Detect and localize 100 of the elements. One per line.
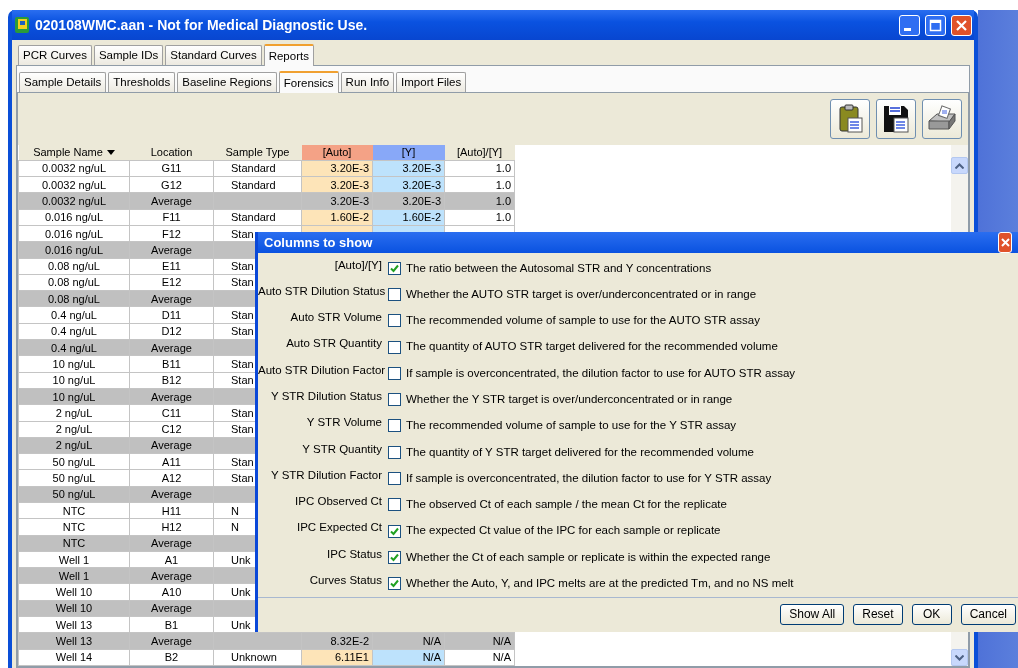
checkbox[interactable] <box>388 314 401 328</box>
checkbox[interactable] <box>388 445 401 459</box>
table-cell: 0.08 ng/uL <box>18 274 130 291</box>
tab[interactable]: Thresholds <box>108 72 176 92</box>
app-icon <box>14 16 30 34</box>
table-cell: Standard <box>213 160 302 177</box>
checkbox[interactable] <box>388 366 401 380</box>
option-description: If sample is overconcentrated, the dilution factor to use for AUTO STR assay <box>406 365 796 381</box>
table-cell: Unknown <box>213 649 302 666</box>
tab[interactable]: Reports <box>263 44 314 66</box>
maximize-button[interactable] <box>925 14 946 36</box>
option-description: Whether the Ct of each sample or replicate is within the expected range <box>406 549 771 565</box>
column-header[interactable]: Sample Type <box>213 145 302 161</box>
scroll-down-button[interactable] <box>951 649 968 666</box>
table-cell: Standard <box>213 176 302 193</box>
window-title: 020108WMC.aan - Not for Medical Diagnostic Use. <box>35 15 369 35</box>
table-cell: 0.0032 ng/uL <box>18 160 130 177</box>
option-description: The recommended volume of sample to use for the Y STR assay <box>406 418 737 434</box>
option-description: The observed Ct of each sample / the mean Ct for the replicate <box>406 497 727 513</box>
dialog-button[interactable]: Cancel <box>960 604 1016 626</box>
table-cell: H12 <box>129 518 214 536</box>
table-cell: D11 <box>129 306 214 324</box>
table-cell: 10 ng/uL <box>18 355 130 373</box>
table-cell: NTC <box>18 502 130 519</box>
option-description: Whether the AUTO STR target is over/underconcentrated or in range <box>406 286 757 302</box>
tab[interactable]: Run Info <box>340 72 395 92</box>
option-label: Y STR Dilution Status <box>270 389 383 404</box>
tab[interactable]: Import Files <box>396 72 467 92</box>
scroll-up-button[interactable] <box>951 157 968 174</box>
checkbox[interactable] <box>388 393 401 407</box>
checkbox[interactable] <box>388 261 401 275</box>
table-cell: 2 ng/uL <box>18 421 130 438</box>
table-cell: B1 <box>129 616 214 633</box>
table-cell: E12 <box>129 274 214 291</box>
sort-caret-icon <box>106 150 115 156</box>
table-cell: 0.4 ng/uL <box>18 323 130 340</box>
maximize-icon <box>929 18 942 32</box>
checkbox[interactable] <box>388 287 401 301</box>
minimize-button[interactable] <box>899 14 920 36</box>
table-cell: NTC <box>18 518 130 536</box>
column-header[interactable]: Location <box>129 145 214 161</box>
table-cell: 3.20E-3 <box>301 160 373 177</box>
copy-button[interactable] <box>830 99 870 139</box>
checkbox[interactable] <box>388 498 401 512</box>
checkmark-icon <box>390 552 399 562</box>
save-button[interactable] <box>876 99 916 139</box>
option-description: Whether the Y STR target is over/underconcentrated or in range <box>406 392 733 407</box>
table-cell: 1.0 <box>444 176 515 193</box>
column-header[interactable]: Sample Name <box>18 145 130 161</box>
table-cell: Well 1 <box>18 551 130 568</box>
table-cell: 0.4 ng/uL <box>18 306 130 324</box>
table-cell: F11 <box>129 209 214 226</box>
table-cell: A12 <box>129 469 214 487</box>
tab[interactable]: Standard Curves <box>165 45 262 65</box>
chevron-up-icon <box>955 162 964 169</box>
option-label: Curves Status <box>308 573 383 589</box>
table-cell: 3.20E-3 <box>372 160 445 177</box>
checkbox[interactable] <box>388 340 401 354</box>
table-cell: N/A <box>444 649 515 666</box>
table-cell: 0.016 ng/uL <box>18 209 130 226</box>
column-header[interactable]: [Auto]/[Y] <box>444 145 515 161</box>
column-header[interactable]: [Y] <box>372 145 445 161</box>
tab[interactable]: Sample IDs <box>93 45 164 65</box>
option-description: The ratio between the Autosomal STR and Y concentrations <box>406 260 712 276</box>
tab[interactable]: Baseline Regions <box>177 72 277 92</box>
close-button[interactable] <box>951 14 972 36</box>
option-label: Y STR Volume <box>305 415 383 431</box>
minimize-icon <box>904 28 911 31</box>
table-cell: Standard <box>213 209 302 226</box>
close-icon <box>955 18 968 32</box>
checkbox[interactable] <box>388 577 401 591</box>
table-cell: G11 <box>129 160 214 177</box>
dialog-button[interactable]: OK <box>911 604 952 626</box>
column-header[interactable]: [Auto] <box>301 145 373 161</box>
table-cell: F12 <box>129 225 214 242</box>
close-button[interactable] <box>998 232 1012 253</box>
tab[interactable]: Forensics <box>278 71 339 93</box>
chevron-down-icon <box>955 654 964 661</box>
checkbox[interactable] <box>388 524 401 538</box>
checkbox[interactable] <box>388 472 401 485</box>
table-cell: Well 13 <box>18 616 130 633</box>
checkbox[interactable] <box>388 550 401 564</box>
table-cell: C12 <box>129 421 214 438</box>
table-cell: C11 <box>129 404 214 421</box>
table-cell: D12 <box>129 323 214 340</box>
tab[interactable]: Sample Details <box>19 72 107 92</box>
checkmark-icon <box>390 263 399 273</box>
table-cell: 50 ng/uL <box>18 469 130 487</box>
dialog-button[interactable]: Show All <box>780 604 845 626</box>
option-description: The quantity of Y STR target delivered for the recommended volume <box>406 444 754 460</box>
dialog-button[interactable]: Reset <box>853 604 903 626</box>
table-cell: 10 ng/uL <box>18 372 130 389</box>
table-cell: A11 <box>129 453 214 470</box>
table-cell: B2 <box>129 649 214 666</box>
table-cell: E11 <box>129 258 214 275</box>
checkbox[interactable] <box>388 419 401 433</box>
print-button[interactable] <box>922 99 962 139</box>
tab[interactable]: PCR Curves <box>18 45 92 65</box>
option-description: If sample is overconcentrated, the dilution factor to use for Y STR assay <box>406 470 772 486</box>
table-cell: G12 <box>129 176 214 193</box>
